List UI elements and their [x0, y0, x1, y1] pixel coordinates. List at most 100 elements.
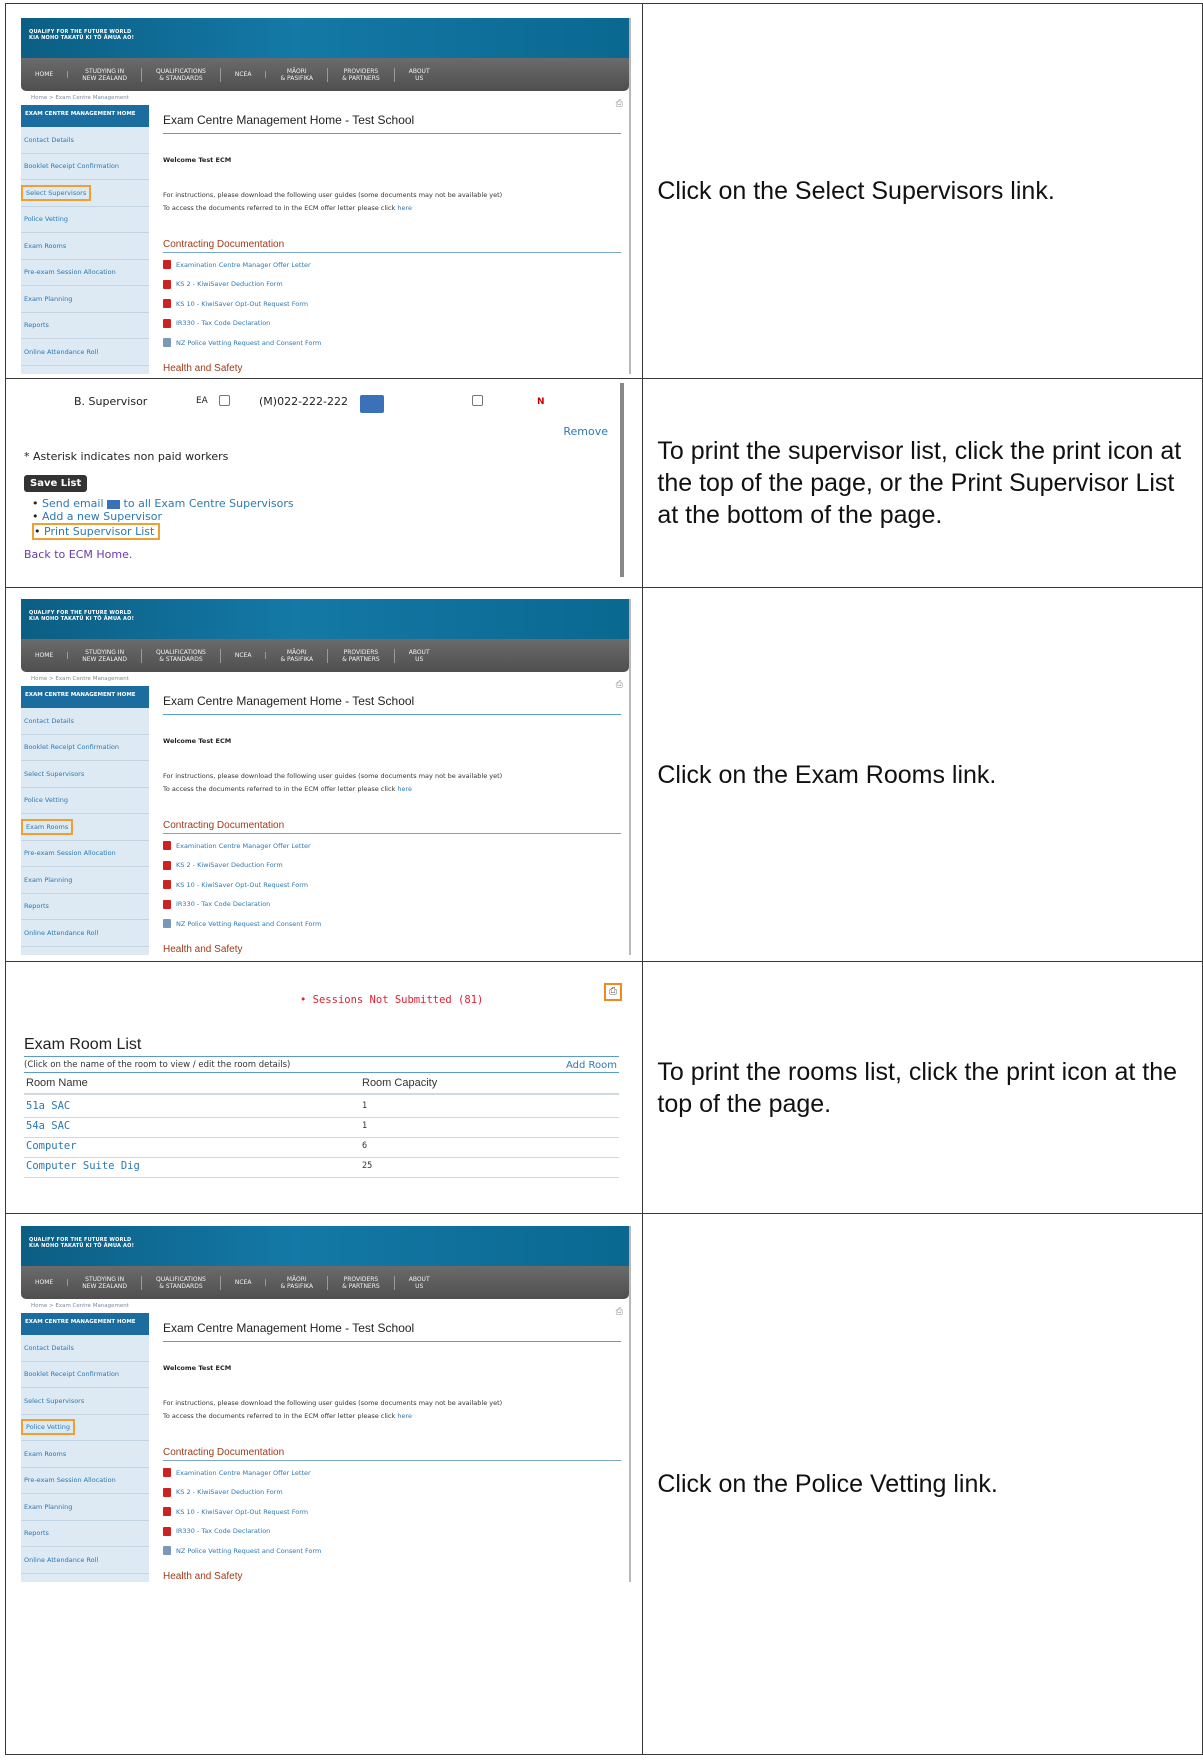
document-link[interactable]: KS 10 - KiwiSaver Opt-Out Request Form — [163, 875, 621, 895]
sidebar-item[interactable]: Police Vetting — [21, 207, 149, 233]
document-link[interactable]: KS 2 - KiwiSaver Deduction Form — [163, 856, 621, 876]
nav-item[interactable]: MĀORI & PASIFIKA — [266, 1275, 329, 1290]
nav-item[interactable]: STUDYING IN NEW ZEALAND — [68, 67, 143, 82]
nav-item[interactable]: ABOUT US — [395, 68, 444, 82]
nav-item[interactable]: STUDYING IN NEW ZEALAND — [68, 648, 143, 663]
sessions-warning[interactable]: • Sessions Not Submitted (81) — [300, 994, 483, 1006]
supervisor-checkbox-2[interactable] — [472, 395, 483, 406]
add-supervisor-link[interactable]: Add a new Supervisor — [32, 510, 294, 523]
sidebar-item[interactable]: Reports — [21, 894, 149, 920]
sidebar-item[interactable]: Pre-exam Session Allocation — [21, 260, 149, 286]
nav-item[interactable]: QUALIFICATIONS & STANDARDS — [142, 648, 221, 663]
nav-item[interactable]: NCEA — [221, 71, 267, 78]
sidebar-item[interactable]: Exam Rooms — [21, 233, 149, 260]
scrollbar[interactable] — [620, 383, 624, 577]
document-link[interactable]: IR330 - Tax Code Declaration — [163, 895, 621, 915]
document-link[interactable]: Examination Centre Manager Offer Letter — [163, 1463, 621, 1483]
here-link[interactable]: here — [397, 1412, 412, 1420]
sidebar-item[interactable]: Booklet Receipt Confirmation — [21, 154, 149, 180]
room-name-link[interactable]: 54a SAC — [26, 1120, 70, 1132]
sidebar-item[interactable]: Online Attendance Roll — [21, 920, 149, 947]
document-link-label: IR330 - Tax Code Declaration — [176, 1527, 271, 1536]
document-link[interactable]: Examination Centre Manager Offer Letter — [163, 836, 621, 856]
main-nav: HOME STUDYING IN NEW ZEALAND QUALIFICATION… — [21, 639, 629, 672]
document-link[interactable]: NZ Police Vetting Request and Consent Fo… — [163, 914, 621, 934]
document-link-label: KS 10 - KiwiSaver Opt-Out Request Form — [176, 299, 309, 308]
sidebar-item[interactable]: Select Supervisors — [21, 761, 149, 788]
sidebar-item[interactable]: Contact Details — [21, 1335, 149, 1362]
sidebar-item[interactable]: Booklet Receipt Confirmation — [21, 735, 149, 761]
envelope-icon[interactable] — [360, 395, 384, 413]
save-list-button[interactable]: Save List — [24, 475, 88, 492]
breadcrumb[interactable]: Home > Exam Centre Management — [21, 91, 629, 105]
health-heading: Health and Safety — [163, 943, 243, 955]
sidebar-header[interactable]: EXAM CENTRE MANAGEMENT HOME — [21, 105, 149, 127]
sidebar-header[interactable]: EXAM CENTRE MANAGEMENT HOME — [21, 686, 149, 708]
nav-item[interactable]: NCEA — [221, 652, 267, 659]
sidebar-item[interactable]: Reports — [21, 313, 149, 339]
document-link[interactable]: NZ Police Vetting Request and Consent Fo… — [163, 1541, 621, 1561]
sidebar-item[interactable]: Exam Rooms — [21, 814, 149, 841]
sidebar-item[interactable]: Online Attendance Roll — [21, 339, 149, 366]
nav-item[interactable]: MĀORI & PASIFIKA — [266, 67, 329, 82]
sidebar-item[interactable]: Logout — [21, 947, 149, 956]
nav-item[interactable]: MĀORI & PASIFIKA — [266, 648, 329, 663]
breadcrumb[interactable]: Home > Exam Centre Management — [21, 672, 629, 686]
pdf-icon — [163, 841, 171, 851]
nav-item[interactable]: QUALIFICATIONS & STANDARDS — [142, 1275, 221, 1290]
document-link[interactable]: KS 10 - KiwiSaver Opt-Out Request Form — [163, 1502, 621, 1522]
nav-item[interactable]: STUDYING IN NEW ZEALAND — [68, 1275, 143, 1290]
remove-link[interactable]: Remove — [563, 425, 608, 438]
sidebar-item[interactable]: Police Vetting — [21, 788, 149, 814]
nav-item[interactable]: HOME — [21, 71, 69, 78]
nav-item[interactable]: ABOUT US — [395, 1276, 444, 1290]
document-link[interactable]: NZ Police Vetting Request and Consent Fo… — [163, 333, 621, 353]
nav-item[interactable]: QUALIFICATIONS & STANDARDS — [142, 67, 221, 82]
nav-item[interactable]: HOME — [21, 1279, 69, 1286]
nav-item[interactable]: HOME — [21, 652, 69, 659]
printer-icon[interactable]: ⎙ — [616, 680, 623, 690]
sidebar-item[interactable]: Logout — [21, 1574, 149, 1583]
sidebar-item[interactable]: Pre-exam Session Allocation — [21, 1468, 149, 1494]
sidebar-item[interactable]: Booklet Receipt Confirmation — [21, 1362, 149, 1388]
document-link[interactable]: KS 10 - KiwiSaver Opt-Out Request Form — [163, 294, 621, 314]
here-link[interactable]: here — [397, 204, 412, 212]
sidebar-item[interactable]: Reports — [21, 1521, 149, 1547]
printer-icon[interactable]: ⎙ — [616, 1307, 623, 1317]
print-supervisor-list-link[interactable]: Print Supervisor List — [32, 523, 161, 540]
sidebar-header[interactable]: EXAM CENTRE MANAGEMENT HOME — [21, 1313, 149, 1335]
sidebar-item[interactable]: Contact Details — [21, 127, 149, 154]
sidebar-item[interactable]: Exam Rooms — [21, 1441, 149, 1468]
nav-item[interactable]: ABOUT US — [395, 649, 444, 663]
sidebar-item[interactable]: Contact Details — [21, 708, 149, 735]
nav-item[interactable]: NCEA — [221, 1279, 267, 1286]
sidebar-item[interactable]: Police Vetting — [21, 1415, 149, 1441]
printer-icon[interactable]: ⎙ — [616, 99, 623, 109]
room-name-link[interactable]: Computer Suite Dig — [26, 1160, 140, 1172]
document-link[interactable]: IR330 - Tax Code Declaration — [163, 314, 621, 334]
sidebar-item[interactable]: Exam Planning — [21, 867, 149, 894]
sidebar-item[interactable]: Exam Planning — [21, 286, 149, 313]
sidebar-item[interactable]: Logout — [21, 366, 149, 375]
sidebar-item[interactable]: Pre-exam Session Allocation — [21, 841, 149, 867]
sidebar-item[interactable]: Exam Planning — [21, 1494, 149, 1521]
back-to-ecm-link[interactable]: Back to ECM Home. — [24, 548, 132, 561]
sidebar-item[interactable]: Online Attendance Roll — [21, 1547, 149, 1574]
nav-item[interactable]: PROVIDERS & PARTNERS — [328, 67, 395, 82]
room-name-link[interactable]: Computer — [26, 1140, 77, 1152]
nav-item[interactable]: PROVIDERS & PARTNERS — [328, 648, 395, 663]
send-email-link[interactable]: Send email to all Exam Centre Supervisor… — [32, 497, 294, 510]
sidebar-item[interactable]: Select Supervisors — [21, 180, 149, 207]
breadcrumb[interactable]: Home > Exam Centre Management — [21, 1299, 629, 1313]
document-link[interactable]: Examination Centre Manager Offer Letter — [163, 255, 621, 275]
sidebar-item[interactable]: Select Supervisors — [21, 1388, 149, 1415]
document-link[interactable]: KS 2 - KiwiSaver Deduction Form — [163, 275, 621, 295]
document-link[interactable]: KS 2 - KiwiSaver Deduction Form — [163, 1483, 621, 1503]
supervisor-checkbox[interactable] — [219, 395, 230, 406]
add-room-link[interactable]: Add Room — [566, 1060, 617, 1071]
document-link[interactable]: IR330 - Tax Code Declaration — [163, 1522, 621, 1542]
here-link[interactable]: here — [397, 785, 412, 793]
printer-icon[interactable]: ⎙ — [604, 983, 622, 1001]
room-name-link[interactable]: 51a SAC — [26, 1100, 70, 1112]
nav-item[interactable]: PROVIDERS & PARTNERS — [328, 1275, 395, 1290]
